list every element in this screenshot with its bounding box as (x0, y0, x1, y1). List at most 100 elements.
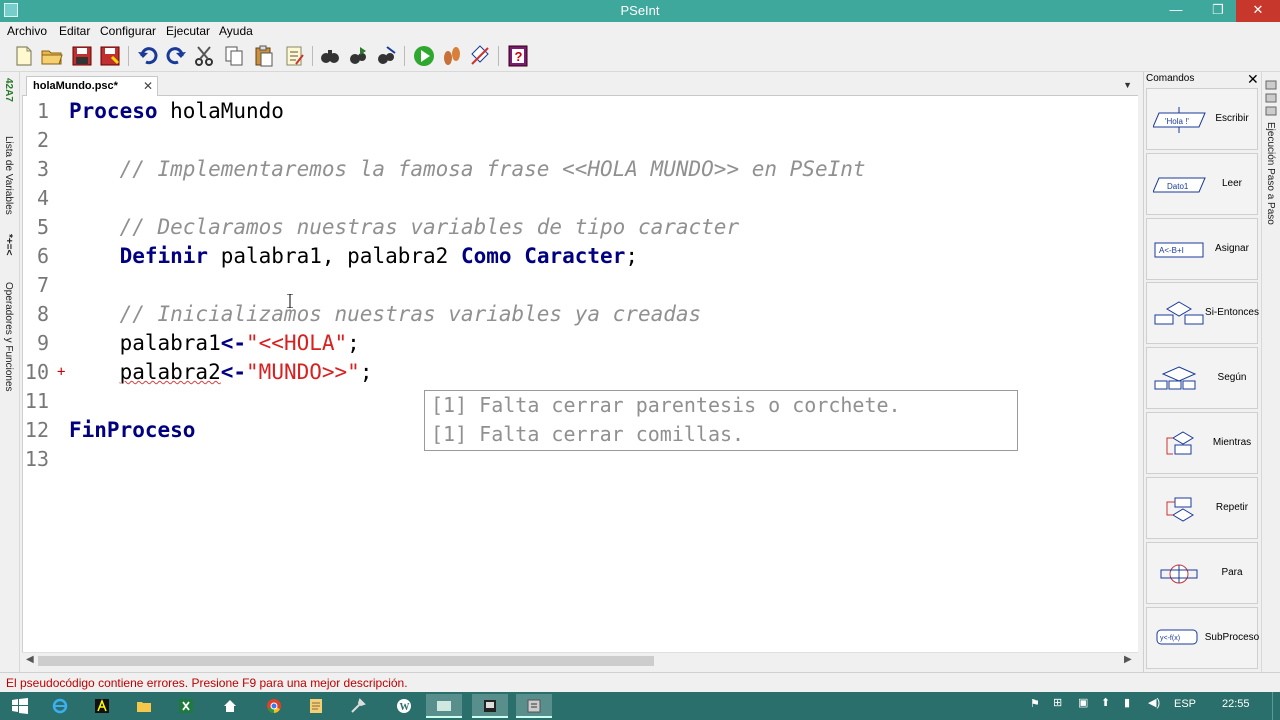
code-token: Proceso (69, 99, 158, 123)
paste-icon[interactable] (252, 44, 276, 68)
command-repetir-button[interactable]: Repetir (1146, 477, 1258, 539)
code-token: "<<HOLA" (246, 331, 348, 355)
code-editor[interactable]: 1 Proceso holaMundo 2 3 // Implementaremos … (22, 96, 1138, 652)
open-folder-icon[interactable] (40, 44, 64, 68)
cut-icon[interactable] (192, 44, 216, 68)
code-token: Definir (119, 244, 209, 268)
find-icon[interactable] (318, 44, 342, 68)
line-number: 9 (36, 331, 49, 355)
menu-archivo[interactable]: Archivo (7, 24, 47, 38)
scrollbar-thumb[interactable] (38, 656, 654, 666)
code-line[interactable]: 4 (23, 184, 1139, 213)
scroll-left-icon[interactable]: ◀ (26, 654, 34, 665)
app-a-icon[interactable] (84, 694, 120, 718)
copy-icon[interactable] (222, 44, 246, 68)
wordpress-icon[interactable]: W (386, 694, 422, 718)
tray-language[interactable]: ESP (1174, 698, 1196, 710)
start-windows-icon[interactable] (2, 694, 38, 718)
command-leer-button[interactable]: Dato1 Leer (1146, 153, 1258, 215)
command-seg-n-button[interactable]: Según (1146, 347, 1258, 409)
edit-list-icon[interactable] (282, 44, 306, 68)
command-si-entonces-button[interactable]: Si-Entonces (1146, 282, 1259, 344)
close-commands-panel-icon[interactable]: ✕ (1247, 71, 1259, 88)
code-line[interactable]: 7 (23, 271, 1139, 300)
help-icon[interactable]: ? (506, 44, 530, 68)
code-line[interactable]: 9 palabra1<-"<<HOLA"; (23, 329, 1139, 358)
restore-button[interactable]: ❐ (1198, 0, 1238, 22)
taskbar-app-active-icon[interactable] (426, 694, 462, 718)
find-next-icon[interactable] (346, 44, 370, 68)
command-subproceso-button[interactable]: y<-f(x) SubProceso (1146, 607, 1259, 669)
toolbar: ? (0, 40, 1280, 72)
home-icon[interactable] (212, 694, 248, 718)
code-line[interactable]: 2 (23, 126, 1139, 155)
operators-functions-tab[interactable]: Operadores y Funciones (3, 282, 14, 392)
code-line[interactable]: 6 Definir palabra1, palabra2 Como Caract… (23, 242, 1139, 271)
command-si-entonces-icon (1153, 301, 1209, 327)
tray-clock[interactable]: 22:55 (1222, 698, 1250, 710)
menu-ejecutar[interactable]: Ejecutar (166, 24, 210, 38)
tray-windows-icon[interactable]: ⊞ (1053, 696, 1062, 709)
replace-icon[interactable] (374, 44, 398, 68)
excel-icon[interactable] (168, 694, 204, 718)
code-line[interactable]: 10 + palabra2<-"MUNDO>>"; (23, 358, 1139, 387)
svg-text:Dato1: Dato1 (1167, 182, 1189, 191)
command-para-button[interactable]: Para (1146, 542, 1258, 604)
code-token: palabra2 (119, 360, 221, 384)
line-number: 3 (36, 157, 49, 181)
redo-icon[interactable] (164, 44, 188, 68)
command-leer-icon: Dato1 (1152, 172, 1209, 198)
svg-text:?: ? (515, 49, 523, 64)
close-window-button[interactable]: ✕ (1236, 0, 1280, 22)
file-explorer-icon[interactable] (126, 694, 162, 718)
variables-list-tab[interactable]: Lista de Variables (3, 136, 14, 215)
step-execution-icon[interactable] (1265, 80, 1277, 120)
taskbar-app-icon[interactable] (472, 694, 508, 718)
undo-icon[interactable] (136, 44, 160, 68)
command-mientras-button[interactable]: Mientras (1146, 412, 1258, 474)
line-number: 2 (36, 128, 49, 152)
flowchart-icon[interactable] (468, 44, 492, 68)
minimize-button[interactable]: — (1156, 0, 1196, 22)
new-file-icon[interactable] (12, 44, 36, 68)
horizontal-scrollbar[interactable]: ◀ ▶ (22, 652, 1138, 668)
code-line[interactable]: 3 // Implementaremos la famosa frase <<H… (23, 155, 1139, 184)
command-escribir-button[interactable]: 'Hola !' Escribir (1146, 88, 1258, 150)
variables-icon[interactable]: 42A7 (3, 78, 14, 102)
step-by-step-icon[interactable] (440, 44, 464, 68)
save-icon[interactable] (70, 44, 94, 68)
tray-people-icon[interactable]: ⚑ (1030, 697, 1040, 710)
code-text: Definir palabra1, palabra2 Como Caracter… (69, 242, 638, 271)
command-label: Asignar (1215, 243, 1249, 254)
save-as-icon[interactable] (98, 44, 122, 68)
internet-explorer-icon[interactable] (42, 694, 78, 718)
code-line[interactable]: 8 // Inicializamos nuestras variables ya… (23, 300, 1139, 329)
step-execution-tab[interactable]: Ejecución Paso a Paso (1265, 122, 1276, 225)
menu-editar[interactable]: Editar (59, 24, 90, 38)
close-tab-icon[interactable]: ✕ (143, 79, 153, 93)
menu-configurar[interactable]: Configurar (100, 24, 156, 38)
code-line[interactable]: 5 // Declaramos nuestras variables de ti… (23, 213, 1139, 242)
tab-holamundo[interactable]: holaMundo.psc* ✕ (26, 76, 158, 96)
show-desktop-button[interactable] (1272, 692, 1280, 720)
code-line[interactable]: 1 Proceso holaMundo (23, 97, 1139, 126)
chrome-icon[interactable] (256, 694, 292, 718)
command-asignar-button[interactable]: A<-B+I Asignar (1146, 218, 1258, 280)
tab-list-dropdown-icon[interactable]: ▼ (1123, 80, 1132, 90)
tray-network-icon[interactable]: ▮ (1124, 696, 1130, 709)
tray-up-arrow-icon[interactable]: ⬆ (1101, 696, 1110, 709)
window-title: PSeInt (620, 3, 660, 18)
tools-icon[interactable] (340, 694, 376, 718)
scroll-right-icon[interactable]: ▶ (1124, 654, 1132, 665)
menu-ayuda[interactable]: Ayuda (219, 24, 253, 38)
run-icon[interactable] (412, 44, 436, 68)
tray-volume-icon[interactable]: ◀) (1148, 696, 1160, 709)
tray-app-icon[interactable]: ▣ (1078, 696, 1088, 709)
notes-icon[interactable] (298, 694, 334, 718)
error-message: [1] Falta cerrar comillas. (431, 422, 745, 446)
code-token: FinProceso (69, 418, 196, 442)
pseint-taskbar-icon[interactable] (516, 694, 552, 718)
status-message: El pseudocódigo contiene errores. Presio… (6, 676, 408, 690)
operators-icon[interactable]: *+=< (3, 234, 14, 255)
